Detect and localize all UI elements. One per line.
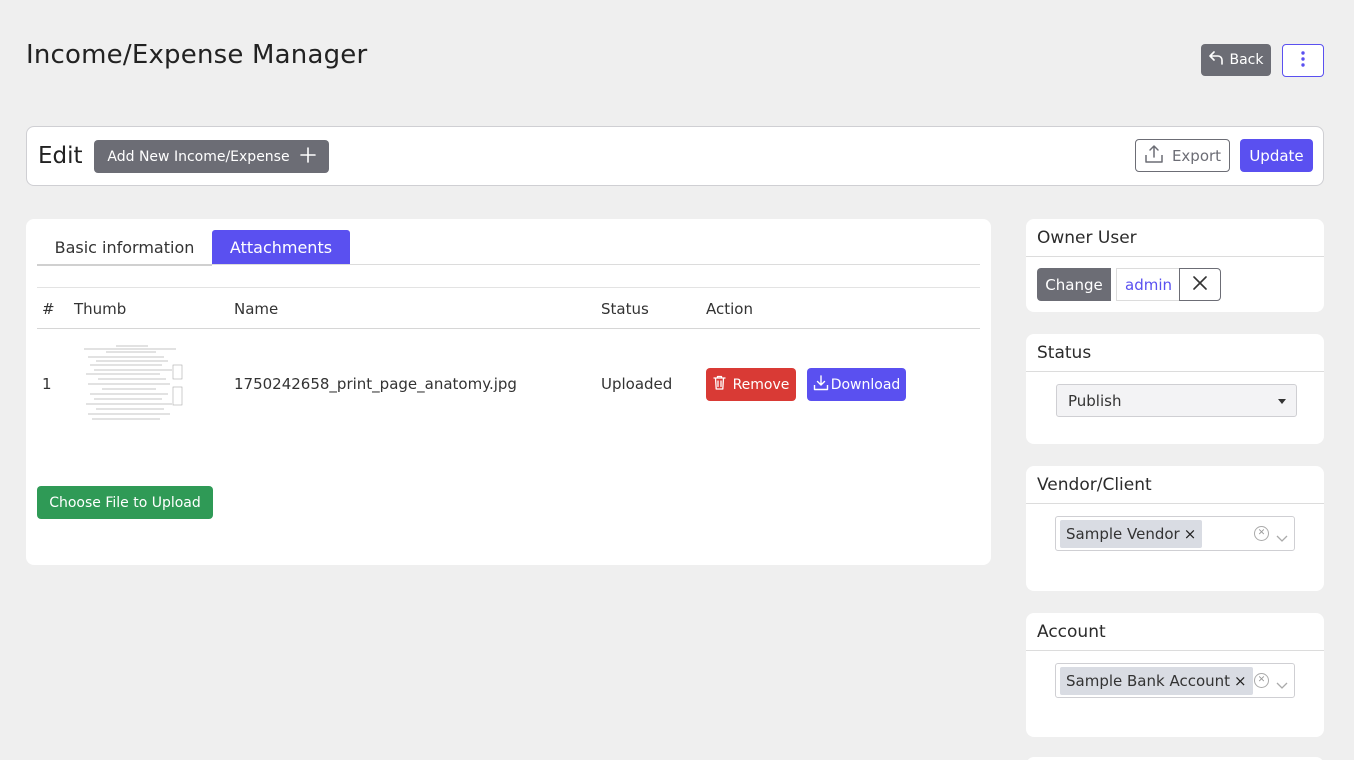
more-options-button[interactable] — [1282, 44, 1324, 77]
edit-label: Edit — [38, 143, 83, 169]
page-title: Income/Expense Manager — [26, 40, 368, 70]
plus-icon — [299, 146, 316, 167]
tab-attachments[interactable]: Attachments — [212, 230, 350, 264]
add-new-button[interactable]: Add New Income/Expense — [94, 140, 329, 173]
clear-circle-icon[interactable]: ✕ — [1254, 526, 1269, 541]
col-name-header: Name — [234, 300, 279, 318]
download-icon — [813, 374, 829, 395]
remove-label: Remove — [732, 376, 790, 393]
account-card: Account Sample Bank Account × ✕ — [1026, 613, 1324, 737]
back-button[interactable]: Back — [1201, 44, 1271, 76]
owner-user-card: Owner User Change admin — [1026, 219, 1324, 312]
close-icon — [1193, 275, 1207, 294]
export-label: Export — [1171, 146, 1222, 165]
choose-file-button[interactable]: Choose File to Upload — [37, 486, 213, 519]
owner-user-title: Owner User — [1026, 219, 1324, 257]
status-select[interactable]: Publish — [1056, 384, 1297, 417]
attachment-status: Uploaded — [601, 375, 673, 393]
col-index-header: # — [42, 300, 55, 318]
tab-basic-information[interactable]: Basic information — [37, 230, 212, 266]
vendor-client-select[interactable]: Sample Vendor × ✕ — [1055, 516, 1295, 551]
status-title: Status — [1026, 334, 1324, 372]
clear-circle-icon[interactable]: ✕ — [1254, 673, 1269, 688]
export-icon — [1144, 144, 1164, 168]
table-header: # Thumb Name Status Action — [37, 287, 980, 329]
back-label: Back — [1229, 52, 1264, 68]
status-card: Status Publish — [1026, 334, 1324, 444]
row-index: 1 — [42, 375, 52, 393]
attachments-table: # Thumb Name Status Action 1 1750242658_… — [37, 287, 980, 439]
export-button[interactable]: Export — [1135, 139, 1230, 172]
account-select[interactable]: Sample Bank Account × ✕ — [1055, 663, 1295, 698]
vendor-client-title: Vendor/Client — [1026, 466, 1324, 504]
kebab-menu-icon — [1301, 50, 1305, 71]
trash-icon — [712, 375, 726, 394]
clear-owner-button[interactable] — [1179, 268, 1221, 301]
vendor-chip-label: Sample Vendor — [1066, 525, 1180, 543]
caret-down-icon — [1278, 399, 1286, 404]
download-label: Download — [830, 376, 901, 393]
tab-bar: Basic information Attachments — [37, 230, 980, 266]
remove-vendor-icon[interactable]: × — [1184, 525, 1197, 543]
change-owner-button[interactable]: Change — [1037, 268, 1111, 301]
account-chip: Sample Bank Account × — [1060, 667, 1253, 695]
table-row: 1 1750242658_print_page_anatomy.jpg Uplo… — [37, 329, 980, 439]
add-new-label: Add New Income/Expense — [107, 148, 290, 165]
chevron-down-icon[interactable] — [1276, 675, 1288, 694]
col-status-header: Status — [601, 300, 649, 318]
remove-account-icon[interactable]: × — [1234, 672, 1247, 690]
back-arrow-icon — [1208, 51, 1224, 69]
edit-toolbar: Edit Add New Income/Expense Export Updat… — [26, 126, 1324, 186]
account-title: Account — [1026, 613, 1324, 651]
account-chip-label: Sample Bank Account — [1066, 672, 1231, 690]
col-action-header: Action — [706, 300, 753, 318]
vendor-client-card: Vendor/Client Sample Vendor × ✕ — [1026, 466, 1324, 591]
owner-user-link[interactable]: admin — [1116, 268, 1180, 301]
download-button[interactable]: Download — [807, 368, 906, 401]
attachment-thumbnail[interactable] — [76, 343, 186, 423]
chevron-down-icon[interactable] — [1276, 528, 1288, 547]
attachment-filename: 1750242658_print_page_anatomy.jpg — [234, 375, 517, 393]
status-selected-value: Publish — [1068, 392, 1122, 410]
update-button[interactable]: Update — [1240, 139, 1313, 172]
attachments-card: Basic information Attachments # Thumb Na… — [26, 219, 991, 565]
col-thumb-header: Thumb — [74, 300, 127, 318]
vendor-chip: Sample Vendor × — [1060, 520, 1203, 548]
remove-button[interactable]: Remove — [706, 368, 796, 401]
